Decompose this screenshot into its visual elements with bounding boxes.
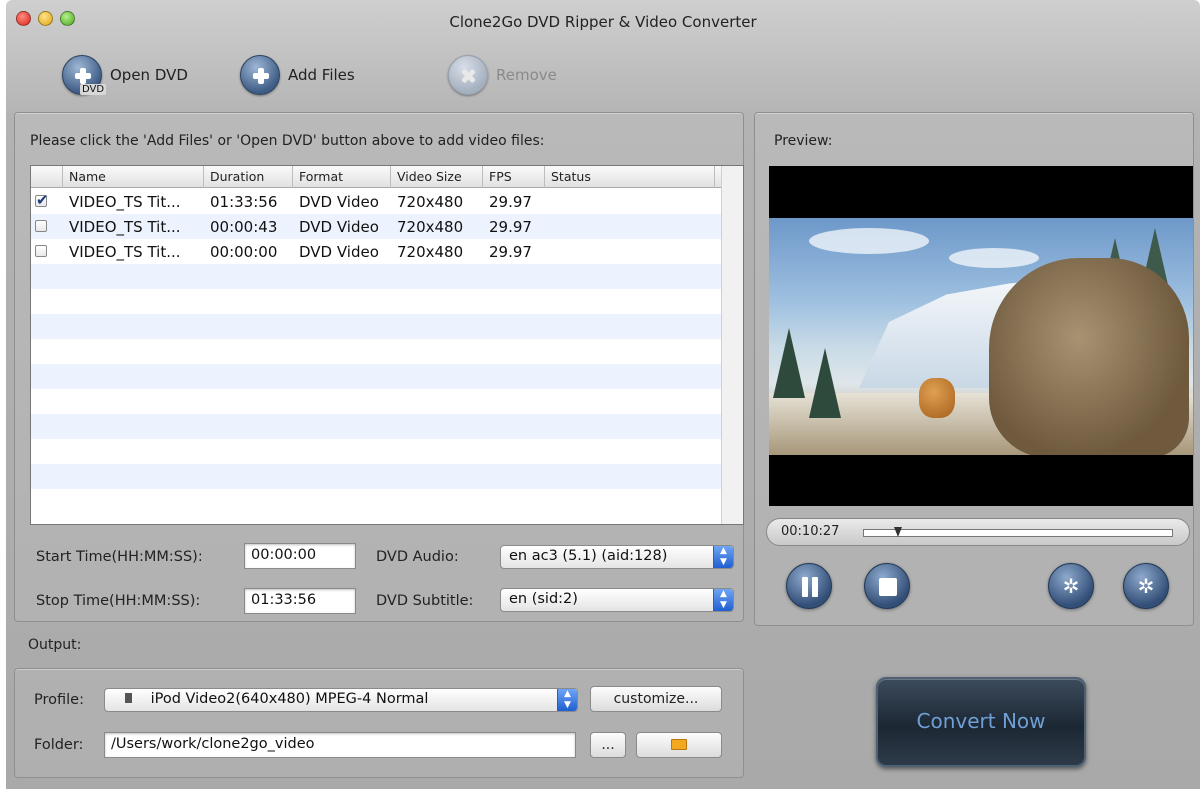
playback-time: 00:10:27 <box>781 524 840 539</box>
dvd-subtitle-label: DVD Subtitle: <box>376 593 474 609</box>
column-header-select[interactable] <box>31 166 63 188</box>
row-video-size: 720x480 <box>397 192 464 211</box>
stepper-icon: ▲ ▼ <box>713 589 733 611</box>
row-checkbox[interactable] <box>35 193 49 209</box>
row-format: DVD Video <box>299 192 379 211</box>
dvd-badge: DVD <box>80 84 107 95</box>
preview-label: Preview: <box>774 133 833 149</box>
browse-button[interactable]: ... <box>590 732 626 758</box>
output-panel <box>14 668 744 778</box>
row-duration: 01:33:56 <box>210 192 278 211</box>
row-name: VIDEO_TS Tit... <box>69 192 181 211</box>
start-time-field[interactable]: 00:00:00 <box>244 543 356 569</box>
profile-label: Profile: <box>34 692 84 708</box>
empty-row <box>31 439 723 464</box>
table-scrollbar[interactable] <box>721 166 743 524</box>
empty-row <box>31 264 723 289</box>
empty-row <box>31 314 723 339</box>
files-hint: Please click the 'Add Files' or 'Open DV… <box>30 133 545 149</box>
dvd-subtitle-select[interactable]: en (sid:2) ▲ ▼ <box>500 588 734 612</box>
dvd-subtitle-value: en (sid:2) <box>509 591 578 607</box>
add-files-button[interactable]: Add Files <box>240 52 355 98</box>
title-bar: Clone2Go DVD Ripper & Video Converter <box>6 0 1200 38</box>
app-window: Clone2Go DVD Ripper & Video Converter DV… <box>6 0 1200 789</box>
empty-row <box>31 389 723 414</box>
column-header-name[interactable]: Name <box>63 166 204 188</box>
row-checkbox[interactable] <box>35 219 47 232</box>
stepper-icon: ▲ ▼ <box>557 689 577 711</box>
playback-slider[interactable]: 00:10:27 <box>766 518 1190 546</box>
remove-label: Remove <box>496 66 557 84</box>
snapshot-icon: ✲ <box>1062 574 1080 598</box>
folder-icon <box>671 739 687 750</box>
dvd-audio-label: DVD Audio: <box>376 549 459 565</box>
table-row[interactable]: VIDEO_TS Tit... 01:33:56 DVD Video 720x4… <box>31 189 723 214</box>
remove-button[interactable]: Remove <box>448 52 557 98</box>
seek-track[interactable] <box>863 527 1173 537</box>
table-header: Name Duration Format Video Size FPS Stat… <box>31 166 723 188</box>
files-table[interactable]: Name Duration Format Video Size FPS Stat… <box>30 165 744 525</box>
column-header-status[interactable]: Status <box>545 166 715 188</box>
column-header-duration[interactable]: Duration <box>204 166 293 188</box>
row-fps: 29.97 <box>489 192 532 211</box>
row-name: VIDEO_TS Tit... <box>69 217 181 236</box>
stop-time-label: Stop Time(HH:MM:SS): <box>36 593 201 609</box>
video-preview <box>769 166 1193 506</box>
empty-row <box>31 489 723 514</box>
empty-row <box>31 364 723 389</box>
snapshot-button[interactable]: ✲ <box>1048 563 1094 609</box>
convert-now-button[interactable]: Convert Now <box>876 677 1086 767</box>
start-time-label: Start Time(HH:MM:SS): <box>36 549 203 565</box>
open-dvd-button[interactable]: DVD Open DVD <box>62 52 188 98</box>
add-circle-icon <box>240 55 280 95</box>
empty-row <box>31 339 723 364</box>
window-title: Clone2Go DVD Ripper & Video Converter <box>449 13 757 31</box>
ipod-icon <box>125 693 132 703</box>
column-header-format[interactable]: Format <box>293 166 391 188</box>
row-video-size: 720x480 <box>397 217 464 236</box>
table-body: VIDEO_TS Tit... 01:33:56 DVD Video 720x4… <box>31 189 723 514</box>
seek-knob[interactable] <box>894 527 902 537</box>
open-folder-button[interactable] <box>636 732 722 758</box>
row-video-size: 720x480 <box>397 242 464 261</box>
row-checkbox[interactable] <box>35 244 47 257</box>
column-header-fps[interactable]: FPS <box>483 166 545 188</box>
stop-time-field[interactable]: 01:33:56 <box>244 588 356 614</box>
stop-icon <box>879 578 897 596</box>
profile-select[interactable]: iPod Video2(640x480) MPEG-4 Normal ▲ ▼ <box>104 688 578 712</box>
output-label: Output: <box>28 637 82 653</box>
row-fps: 29.97 <box>489 242 532 261</box>
row-fps: 29.97 <box>489 217 532 236</box>
row-format: DVD Video <box>299 217 379 236</box>
convert-now-label: Convert Now <box>916 709 1046 733</box>
column-header-video-size[interactable]: Video Size <box>391 166 483 188</box>
stepper-icon: ▲ ▼ <box>713 546 733 568</box>
row-format: DVD Video <box>299 242 379 261</box>
folder-field[interactable]: /Users/work/clone2go_video <box>104 732 576 758</box>
empty-row <box>31 414 723 439</box>
empty-row <box>31 464 723 489</box>
table-row[interactable]: VIDEO_TS Tit... 00:00:43 DVD Video 720x4… <box>31 214 723 239</box>
profile-value: iPod Video2(640x480) MPEG-4 Normal <box>150 691 429 707</box>
video-frame <box>769 218 1193 455</box>
empty-row <box>31 289 723 314</box>
row-duration: 00:00:00 <box>210 242 278 261</box>
dvd-audio-select[interactable]: en ac3 (5.1) (aid:128) ▲ ▼ <box>500 545 734 569</box>
row-duration: 00:00:43 <box>210 217 278 236</box>
folder-label: Folder: <box>34 737 84 753</box>
table-row[interactable]: VIDEO_TS Tit... 00:00:00 DVD Video 720x4… <box>31 239 723 264</box>
dvd-audio-value: en ac3 (5.1) (aid:128) <box>509 548 668 564</box>
settings-icon: ✲ <box>1137 574 1155 598</box>
remove-circle-icon <box>448 55 488 95</box>
customize-button[interactable]: customize... <box>590 686 722 712</box>
add-files-label: Add Files <box>288 66 355 84</box>
stop-button[interactable] <box>864 563 910 609</box>
pause-button[interactable] <box>786 563 832 609</box>
settings-button[interactable]: ✲ <box>1123 563 1169 609</box>
row-name: VIDEO_TS Tit... <box>69 242 181 261</box>
open-dvd-label: Open DVD <box>110 66 188 84</box>
